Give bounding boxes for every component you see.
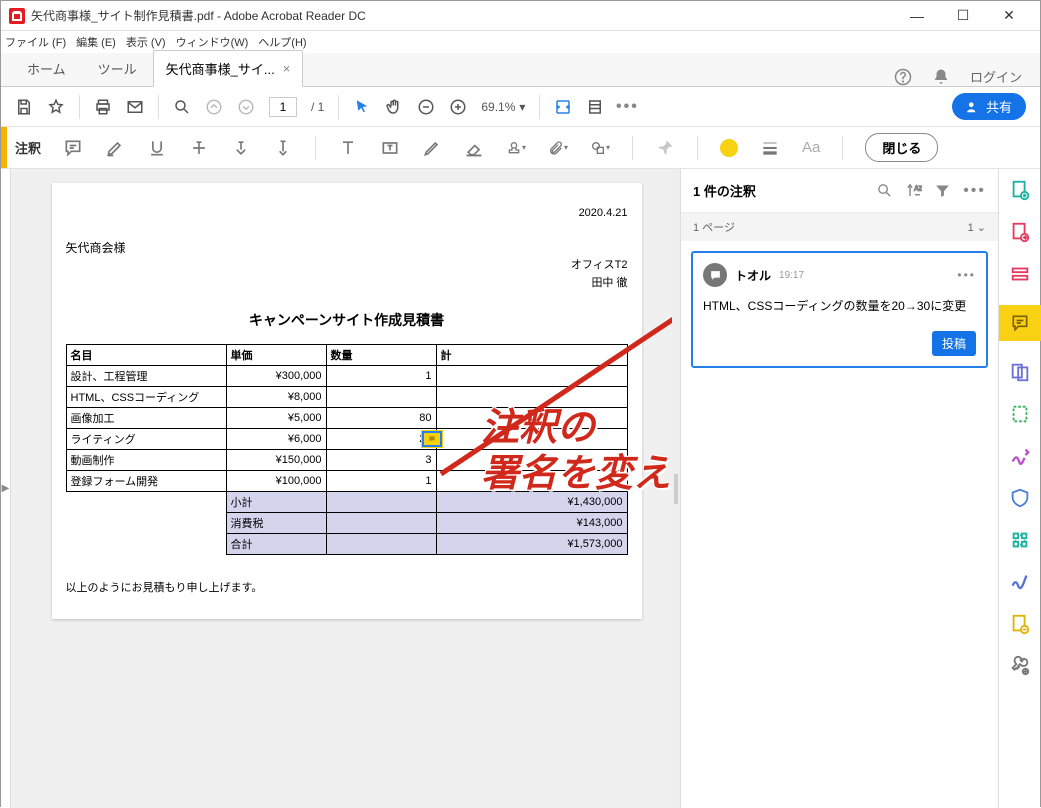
- zoom-in-icon[interactable]: [449, 98, 467, 116]
- combine-tool-icon[interactable]: [1009, 361, 1031, 383]
- menu-view[interactable]: 表示 (V): [126, 34, 166, 50]
- document-page: 2020.4.21 矢代商会様 オフィスT2 田中 徹 キャンペーンサイト作成見…: [52, 183, 642, 619]
- table-row: HTML、CSSコーディング¥8,000: [66, 387, 627, 408]
- stamp-tool-icon[interactable]: ▾: [506, 138, 526, 158]
- tab-document[interactable]: 矢代商事様_サイ... ×: [153, 50, 304, 87]
- highlight-tool-icon[interactable]: [105, 138, 125, 158]
- comment-page-collapse[interactable]: 1 ⌄: [968, 221, 986, 234]
- print-icon[interactable]: [94, 98, 112, 116]
- color-picker[interactable]: [720, 139, 738, 157]
- line-weight-icon[interactable]: [760, 138, 780, 158]
- minimize-button[interactable]: —: [894, 1, 940, 31]
- doc-office: オフィスT2: [66, 256, 628, 272]
- comment-tool-icon[interactable]: [999, 305, 1041, 341]
- convert-tool-icon[interactable]: [1009, 613, 1031, 635]
- comments-more-icon[interactable]: •••: [963, 182, 986, 200]
- comment-body[interactable]: HTML、CSSコーディングの数量を20→30に変更: [703, 297, 976, 315]
- window-title: 矢代商事様_サイト制作見積書.pdf - Adobe Acrobat Reade…: [31, 7, 894, 24]
- page-up-icon[interactable]: [205, 98, 223, 116]
- tab-home[interactable]: ホーム: [11, 51, 82, 86]
- doc-title: キャンペーンサイト作成見積書: [66, 310, 628, 330]
- save-icon[interactable]: [15, 98, 33, 116]
- post-button[interactable]: 投稿: [932, 331, 976, 356]
- note-tool-icon[interactable]: [63, 138, 83, 158]
- doc-date: 2020.4.21: [66, 207, 628, 219]
- comment-card[interactable]: トオル 19:17 ••• HTML、CSSコーディングの数量を20→30に変更…: [691, 251, 988, 368]
- comment-time: 19:17: [779, 270, 804, 281]
- comments-title: 1 件の注釈: [693, 181, 864, 200]
- edit-pdf-tool-icon[interactable]: [1009, 263, 1031, 285]
- annotation-marker-icon[interactable]: [422, 431, 442, 447]
- app-icon: [9, 8, 25, 24]
- menu-edit[interactable]: 編集 (E): [76, 34, 116, 50]
- star-icon[interactable]: [47, 98, 65, 116]
- search-comments-icon[interactable]: [876, 182, 893, 199]
- underline-tool-icon[interactable]: [147, 138, 167, 158]
- sort-icon[interactable]: AZ: [905, 182, 922, 199]
- organize-tool-icon[interactable]: [1009, 403, 1031, 425]
- close-annotation-button[interactable]: 閉じる: [865, 133, 938, 162]
- chevron-down-icon: ⌄: [977, 222, 986, 234]
- chevron-down-icon: ▾: [519, 100, 525, 114]
- eraser-tool-icon[interactable]: [464, 138, 484, 158]
- zoom-dropdown[interactable]: 69.1% ▾: [481, 100, 525, 114]
- email-icon[interactable]: [126, 98, 144, 116]
- zoom-out-icon[interactable]: [417, 98, 435, 116]
- tab-close-icon[interactable]: ×: [283, 61, 291, 76]
- fit-width-icon[interactable]: [554, 98, 572, 116]
- svg-text:AZ: AZ: [914, 186, 922, 193]
- share-button[interactable]: 共有: [952, 93, 1026, 120]
- pencil-tool-icon[interactable]: [422, 138, 442, 158]
- doc-footer-note: 以上のようにお見積もり申し上げます。: [66, 579, 628, 595]
- select-tool-icon[interactable]: [353, 98, 371, 116]
- shapes-tool-icon[interactable]: ▾: [590, 138, 610, 158]
- table-row: 設計、工程管理¥300,0001: [66, 366, 627, 387]
- search-icon[interactable]: [173, 98, 191, 116]
- tab-document-label: 矢代商事様_サイ...: [166, 59, 275, 78]
- help-icon[interactable]: [894, 68, 912, 86]
- attach-tool-icon[interactable]: ▾: [548, 138, 568, 158]
- tab-tools[interactable]: ツール: [82, 51, 153, 86]
- left-panel-expander[interactable]: ▶: [1, 169, 11, 808]
- overlay-text-2: 署名を変えたい: [481, 453, 672, 497]
- strikethrough-tool-icon[interactable]: [189, 138, 209, 158]
- login-link[interactable]: ログイン: [970, 67, 1022, 86]
- text-tool-icon[interactable]: [338, 138, 358, 158]
- comment-page-label: 1 ページ: [693, 219, 735, 235]
- close-button[interactable]: ✕: [986, 1, 1032, 31]
- comment-author: トオル: [735, 267, 771, 284]
- pane-divider[interactable]: [672, 169, 680, 808]
- compress-tool-icon[interactable]: [1009, 529, 1031, 551]
- textbox-tool-icon[interactable]: [380, 138, 400, 158]
- page-display-icon[interactable]: [586, 98, 604, 116]
- filter-icon[interactable]: [934, 182, 951, 199]
- bell-icon[interactable]: [932, 68, 950, 86]
- create-pdf-tool-icon[interactable]: [1009, 179, 1031, 201]
- comment-type-icon: [703, 263, 727, 287]
- fill-sign-tool-icon[interactable]: [1009, 445, 1031, 467]
- menu-file[interactable]: ファイル (F): [5, 34, 66, 50]
- more-tools-icon[interactable]: •••: [618, 98, 636, 116]
- comment-more-icon[interactable]: •••: [957, 268, 976, 282]
- export-pdf-tool-icon[interactable]: [1009, 221, 1031, 243]
- maximize-button[interactable]: ☐: [940, 1, 986, 31]
- sign-tool-icon[interactable]: [1009, 571, 1031, 593]
- menu-help[interactable]: ヘルプ(H): [258, 34, 306, 50]
- hand-tool-icon[interactable]: [385, 98, 403, 116]
- page-down-icon[interactable]: [237, 98, 255, 116]
- page-input[interactable]: [269, 97, 297, 117]
- overlay-text-1: 注釈の: [481, 407, 595, 451]
- more-tools-sidebar-icon[interactable]: [1009, 655, 1031, 677]
- share-label: 共有: [986, 97, 1012, 116]
- insert-text-tool-icon[interactable]: [273, 138, 293, 158]
- doc-addressee: 矢代商会様: [66, 239, 628, 256]
- pin-icon[interactable]: [655, 138, 675, 158]
- protect-tool-icon[interactable]: [1009, 487, 1031, 509]
- replace-text-tool-icon[interactable]: [231, 138, 251, 158]
- doc-author: 田中 徹: [66, 274, 628, 290]
- annotation-label: 注釈: [15, 138, 41, 157]
- font-icon[interactable]: Aa: [802, 139, 820, 156]
- menu-window[interactable]: ウィンドウ(W): [176, 34, 249, 50]
- page-total: / 1: [311, 100, 324, 114]
